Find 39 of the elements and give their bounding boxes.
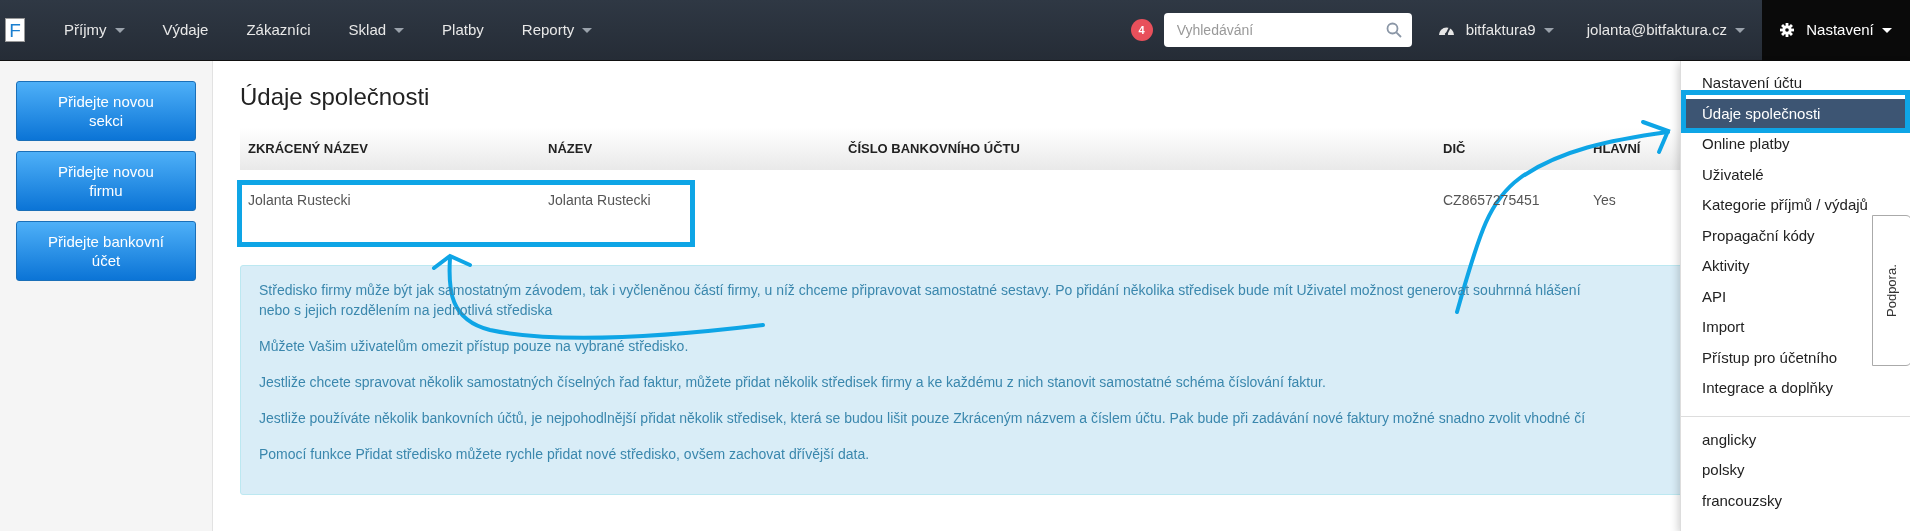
nav-link[interactable]: Zákazníci bbox=[227, 18, 330, 42]
menu-item[interactable]: Nastavení účtu bbox=[1681, 68, 1807, 99]
info-text: Jestliže chcete spravovat několik samostatných číselných řad faktur, můžete přidat několik středisek firmy a ke každému z nich stanovit samostatné schéma číslování faktur. bbox=[259, 372, 1326, 392]
add-button[interactable]: Přidejte novou sekci bbox=[16, 81, 196, 141]
user-menu[interactable]: jolanta@bitfaktura.cz bbox=[1586, 18, 1745, 42]
menu-item[interactable]: Propagační kódy bbox=[1681, 220, 1819, 251]
logo[interactable]: F bbox=[5, 18, 25, 42]
table-cell: Jolanta Rustecki bbox=[248, 192, 351, 209]
menu-item[interactable]: Přístup pro účetního bbox=[1681, 342, 1842, 373]
menu-item[interactable]: Import bbox=[1681, 312, 1749, 343]
language-item[interactable]: francouzsky bbox=[1681, 485, 1787, 516]
add-button[interactable]: Přidejte novou firmu bbox=[16, 151, 196, 211]
info-text: Můžete Vašim uživatelům omezit přístup pouze na vybrané středisko. bbox=[259, 336, 689, 356]
nav-link[interactable]: Příjmy bbox=[45, 18, 144, 42]
menu-item[interactable]: Online platby bbox=[1681, 129, 1794, 160]
search-icon[interactable] bbox=[1385, 22, 1402, 38]
menu-item[interactable]: Kategorie příjmů / výdajů bbox=[1681, 190, 1872, 221]
nav-link[interactable]: Platby bbox=[423, 18, 503, 42]
language-item[interactable]: anglicky bbox=[1681, 424, 1761, 455]
page-title: Údaje společnosti bbox=[240, 83, 430, 112]
language-item[interactable]: polsky bbox=[1681, 455, 1749, 486]
menu-item[interactable]: Aktivity bbox=[1681, 251, 1754, 282]
table-cell: Jolanta Rustecki bbox=[548, 192, 651, 209]
menu-item[interactable]: Integrace a doplňky bbox=[1681, 373, 1837, 404]
support-tab[interactable]: Podpora. bbox=[1872, 215, 1910, 366]
info-text: Jestliže používáte několik bankovních účtů, je nejpohodlnější přidat několik středisek, která se budou lišit pouze Zkráceným názvem a číslem účtu. Pak bude při zadávání nové faktury možné snadno zvolit vhodné čí bbox=[259, 408, 1586, 428]
settings-menu[interactable]: Nastavení bbox=[1762, 0, 1910, 61]
add-button[interactable]: Přidejte bankovní účet bbox=[16, 221, 196, 281]
search-field[interactable]: Vyhledávání bbox=[1163, 13, 1412, 47]
table-cell: Yes bbox=[1593, 192, 1616, 209]
info-text: Pomocí funkce Přidat středisko můžete rychle přidat nové středisko, ovšem zachovat dřívější data. bbox=[259, 444, 870, 464]
nav-link[interactable]: Sklad bbox=[329, 18, 424, 42]
nav-link[interactable]: Reporty bbox=[502, 18, 612, 42]
menu-item[interactable]: API bbox=[1681, 281, 1731, 312]
caret-icon bbox=[1881, 27, 1892, 33]
nav-link[interactable]: Výdaje bbox=[143, 18, 228, 42]
company-menu[interactable]: bitfaktura9 bbox=[1437, 18, 1554, 42]
notification-badge: 4 bbox=[1130, 19, 1153, 41]
settings-icon bbox=[1780, 23, 1795, 37]
